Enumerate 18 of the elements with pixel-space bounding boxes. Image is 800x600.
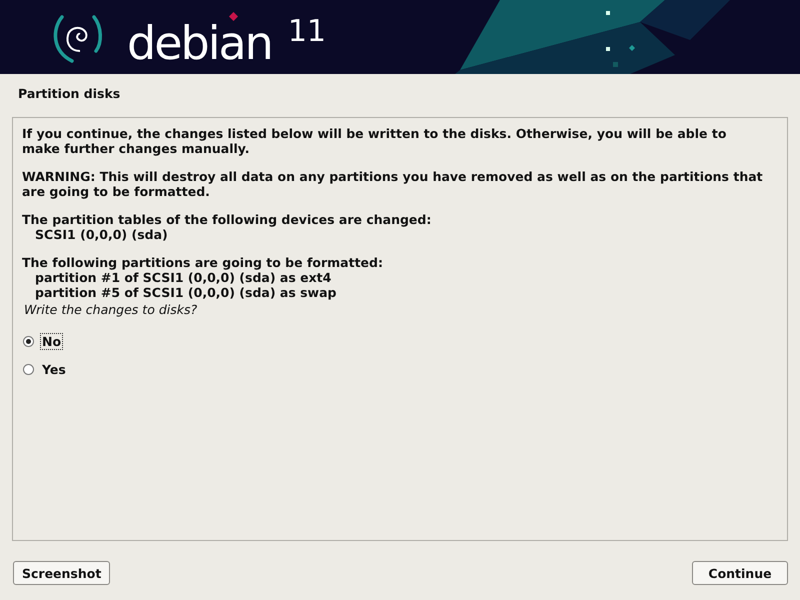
paragraph-text: The partition tables of the following devices are changed: [22,212,432,227]
brand-wordmark: debian [127,22,272,64]
version-number: 11 [288,14,326,48]
question-text: Write the changes to disks? [24,302,198,317]
list-item-text: SCSI1 (0,0,0) (sda) [34,227,169,242]
radio-button[interactable] [23,364,34,374]
page-title: Partition disks [17,85,122,103]
screenshot-button[interactable]: Screenshot [13,561,110,585]
paragraph-text: The following partitions are going to be formatted: [22,255,384,270]
diamond-icon [229,12,238,21]
list-item-text: partition #5 of SCSI1 (0,0,0) (sda) as swap [34,285,338,300]
continue-button[interactable]: Continue [692,561,788,585]
radio-option[interactable]: Yes [23,355,787,383]
paragraph-text: WARNING: This will destroy all data on any partitions you have removed as well as on the partitions that are going to be formatted. [22,169,764,199]
list-item-text: partition #1 of SCSI1 (0,0,0) (sda) as ext4 [34,270,332,285]
radio-button[interactable] [23,336,34,346]
paragraph-text: If you continue, the changes listed below will be written to the disks. Otherwise, you will be able to make further changes manually. [22,126,728,156]
radio-option[interactable]: No [23,327,787,355]
